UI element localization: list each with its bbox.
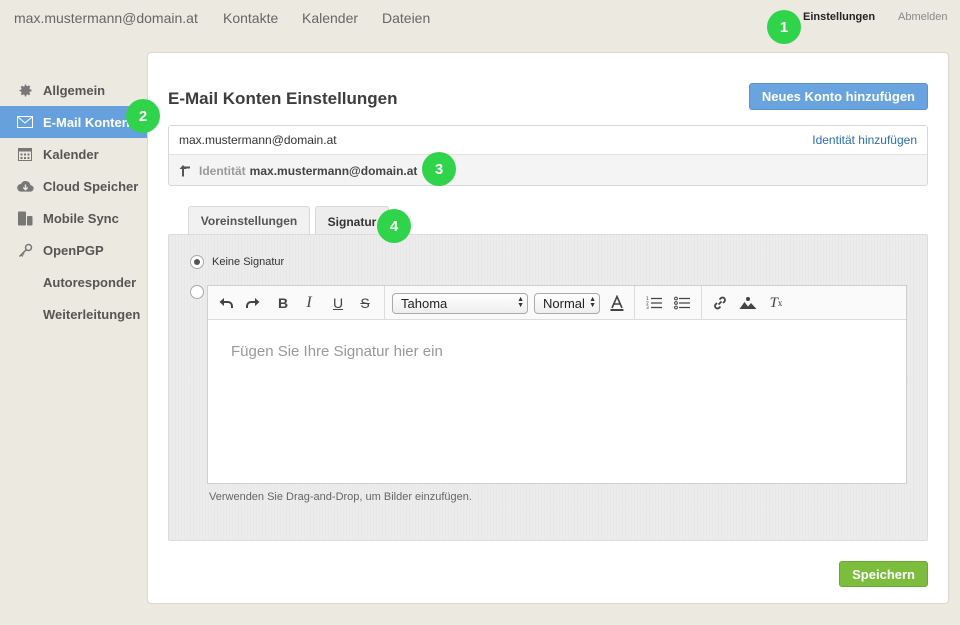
radio-selected-dot (194, 259, 200, 265)
sidebar-item-label: Cloud Speicher (43, 178, 139, 194)
underline-icon[interactable]: U (328, 293, 348, 313)
signature-placeholder[interactable]: Fügen Sie Ihre Signatur hier ein (231, 343, 443, 360)
clear-format-icon[interactable]: Tx (766, 293, 786, 313)
logout-link[interactable]: Abmelden (898, 11, 948, 23)
account-list: max.mustermann@domain.at Identität hinzu… (168, 125, 928, 186)
sidebar-item-label: E-Mail Konten (43, 114, 130, 130)
no-signature-radio[interactable] (190, 255, 204, 269)
gear-icon (16, 81, 34, 99)
add-account-button[interactable]: Neues Konto hinzufügen (748, 83, 928, 110)
sidebar-item-mobile-sync[interactable]: Mobile Sync (0, 202, 147, 234)
toolbar-separator (701, 286, 702, 320)
identity-label: Identität (199, 163, 246, 178)
cloud-download-icon (16, 177, 34, 195)
key-icon (16, 241, 34, 259)
image-icon[interactable] (738, 293, 758, 313)
toolbar-separator (634, 286, 635, 320)
signature-tab-content: Keine Signatur B I U S Tahoma ▲ ▼ Normal… (168, 234, 928, 541)
nav-contacts[interactable]: Kontakte (223, 10, 278, 26)
sidebar-item-email-accounts[interactable]: E-Mail Konten (0, 106, 147, 138)
toolbar-separator (384, 286, 385, 320)
sidebar-item-calendar[interactable]: Kalender (0, 138, 147, 170)
settings-panel: E-Mail Konten Einstellungen Neues Konto … (147, 52, 949, 604)
tab-presets[interactable]: Voreinstellungen (188, 206, 310, 235)
sidebar-item-label: OpenPGP (43, 242, 104, 258)
mobile-sync-icon (16, 209, 34, 227)
custom-signature-radio[interactable] (190, 285, 204, 299)
envelope-icon (16, 113, 34, 131)
drag-drop-hint: Verwenden Sie Drag-and-Drop, um Bilder e… (209, 491, 472, 503)
annotation-badge-3: 3 (422, 152, 456, 186)
top-navigation: max.mustermann@domain.at Kontakte Kalend… (0, 0, 960, 36)
bold-icon[interactable]: B (273, 293, 293, 313)
user-email[interactable]: max.mustermann@domain.at (14, 10, 198, 26)
identity-value: max.mustermann@domain.at (249, 163, 418, 178)
sidebar-item-cloud-storage[interactable]: Cloud Speicher (0, 170, 147, 202)
sidebar-item-general[interactable]: Allgemein (0, 74, 147, 106)
annotation-badge-4: 4 (377, 209, 411, 243)
add-identity-link[interactable]: Identität hinzufügen (812, 133, 917, 147)
settings-sidebar: Allgemein E-Mail Konten Kalender Cloud S… (0, 74, 147, 330)
link-icon[interactable] (710, 293, 730, 313)
settings-link[interactable]: Einstellungen (803, 11, 875, 23)
nav-calendar[interactable]: Kalender (302, 10, 358, 26)
identity-row[interactable]: Identität max.mustermann@domain.at (169, 155, 927, 186)
font-family-value: Tahoma (401, 296, 448, 311)
sidebar-item-openpgp[interactable]: OpenPGP (0, 234, 147, 266)
account-row[interactable]: max.mustermann@domain.at Identität hinzu… (169, 126, 927, 155)
save-button[interactable]: Speichern (839, 561, 928, 587)
font-size-value: Normal (543, 296, 585, 311)
select-arrows-icon: ▲ ▼ (589, 296, 596, 309)
annotation-badge-2: 2 (126, 99, 160, 133)
sidebar-item-label: Mobile Sync (43, 210, 119, 226)
return-arrow-icon (179, 164, 191, 177)
font-size-select[interactable]: Normal ▲ ▼ (534, 293, 600, 314)
italic-icon[interactable]: I (299, 293, 319, 313)
svg-text:3: 3 (646, 305, 649, 310)
strikethrough-icon[interactable]: S (355, 293, 375, 313)
unordered-list-icon[interactable] (672, 293, 692, 313)
sidebar-item-label: Autoresponder (43, 274, 137, 290)
sidebar-item-autoresponder[interactable]: Autoresponder (0, 266, 147, 298)
sidebar-item-forwarding[interactable]: Weiterleitungen (0, 298, 147, 330)
redo-icon[interactable] (243, 293, 263, 313)
no-signature-label: Keine Signatur (212, 256, 285, 268)
undo-icon[interactable] (216, 293, 236, 313)
page-title: E-Mail Konten Einstellungen (168, 89, 398, 108)
calendar-icon (16, 145, 34, 163)
sidebar-item-label: Kalender (43, 146, 99, 162)
nav-files[interactable]: Dateien (382, 10, 430, 26)
sidebar-item-label: Weiterleitungen (43, 306, 141, 322)
ordered-list-icon[interactable]: 123 (644, 293, 664, 313)
editor-toolbar: B I U S Tahoma ▲ ▼ Normal ▲ ▼ 123 T x (208, 286, 906, 320)
sidebar-item-label: Allgemein (43, 82, 106, 98)
select-arrows-icon: ▲ ▼ (517, 296, 524, 309)
account-email: max.mustermann@domain.at (179, 133, 337, 147)
signature-editor: B I U S Tahoma ▲ ▼ Normal ▲ ▼ 123 T x Fü… (207, 285, 907, 484)
text-color-icon[interactable] (607, 293, 627, 313)
annotation-badge-1: 1 (767, 10, 801, 44)
font-family-select[interactable]: Tahoma ▲ ▼ (392, 293, 528, 314)
